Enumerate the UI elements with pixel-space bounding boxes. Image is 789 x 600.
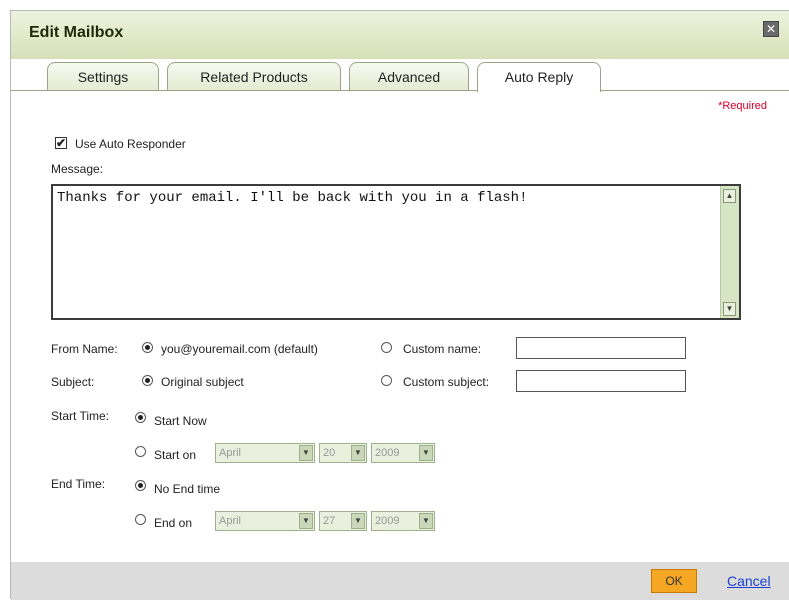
start-now-radio[interactable]: [135, 412, 146, 423]
start-month-select[interactable]: April ▼: [215, 443, 315, 463]
scroll-down-icon[interactable]: ▼: [723, 302, 736, 316]
chevron-down-icon[interactable]: ▼: [351, 445, 365, 461]
subject-custom-radio[interactable]: [381, 375, 392, 386]
no-end-time-radio[interactable]: [135, 480, 146, 491]
end-year-value: 2009: [375, 515, 400, 527]
end-on-label: End on: [154, 516, 193, 530]
tab-settings[interactable]: Settings: [47, 62, 159, 90]
required-note: *Required: [718, 100, 767, 112]
start-year-value: 2009: [375, 447, 400, 459]
end-day-value: 27: [323, 515, 336, 527]
message-scrollbar[interactable]: ▲ ▼: [720, 186, 739, 318]
use-auto-responder-label: Use Auto Responder: [75, 137, 186, 151]
tab-related-products[interactable]: Related Products: [167, 62, 341, 90]
end-month-select[interactable]: April ▼: [215, 511, 315, 531]
start-day-value: 20: [323, 447, 336, 459]
start-day-select[interactable]: 20 ▼: [319, 443, 367, 463]
tab-auto-reply[interactable]: Auto Reply: [477, 62, 601, 92]
from-name-custom-radio[interactable]: [381, 342, 392, 353]
subject-original-label: Original subject: [161, 375, 244, 389]
start-on-label: Start on: [154, 448, 197, 462]
custom-name-input[interactable]: [516, 337, 686, 359]
message-textarea[interactable]: Thanks for your email. I'll be back with…: [51, 184, 741, 320]
message-text: Thanks for your email. I'll be back with…: [57, 190, 528, 206]
message-label: Message:: [51, 162, 104, 176]
end-day-select[interactable]: 27 ▼: [319, 511, 367, 531]
start-on-radio[interactable]: [135, 446, 146, 457]
from-name-custom-label: Custom name:: [403, 342, 482, 356]
end-month-value: April: [219, 515, 242, 527]
dialog-title: Edit Mailbox: [29, 24, 124, 41]
start-year-select[interactable]: 2009 ▼: [371, 443, 435, 463]
start-now-label: Start Now: [154, 414, 207, 428]
from-name-label: From Name:: [51, 342, 118, 356]
end-year-select[interactable]: 2009 ▼: [371, 511, 435, 531]
cancel-link[interactable]: Cancel: [727, 573, 771, 589]
start-time-label: Start Time:: [51, 409, 110, 423]
chevron-down-icon[interactable]: ▼: [299, 445, 313, 461]
subject-custom-label: Custom subject:: [403, 375, 490, 389]
chevron-down-icon[interactable]: ▼: [419, 445, 433, 461]
scroll-up-icon[interactable]: ▲: [723, 189, 736, 203]
dialog-header: Edit Mailbox ✕: [11, 11, 789, 59]
tab-divider: [11, 90, 789, 91]
subject-original-radio[interactable]: [142, 375, 153, 386]
custom-subject-input[interactable]: [516, 370, 686, 392]
use-auto-responder-checkbox[interactable]: ✔: [55, 137, 67, 149]
ok-button[interactable]: OK: [651, 569, 697, 593]
chevron-down-icon[interactable]: ▼: [419, 513, 433, 529]
start-month-value: April: [219, 447, 242, 459]
edit-mailbox-dialog: Edit Mailbox ✕ Settings Related Products…: [10, 10, 789, 600]
no-end-time-label: No End time: [154, 482, 221, 496]
subject-label: Subject:: [51, 375, 95, 389]
from-name-default-radio[interactable]: [142, 342, 153, 353]
tab-advanced[interactable]: Advanced: [349, 62, 469, 90]
end-time-label: End Time:: [51, 477, 106, 491]
end-on-radio[interactable]: [135, 514, 146, 525]
chevron-down-icon[interactable]: ▼: [299, 513, 313, 529]
chevron-down-icon[interactable]: ▼: [351, 513, 365, 529]
from-name-default-label: you@youremail.com (default): [161, 342, 318, 356]
close-icon[interactable]: ✕: [763, 21, 779, 37]
